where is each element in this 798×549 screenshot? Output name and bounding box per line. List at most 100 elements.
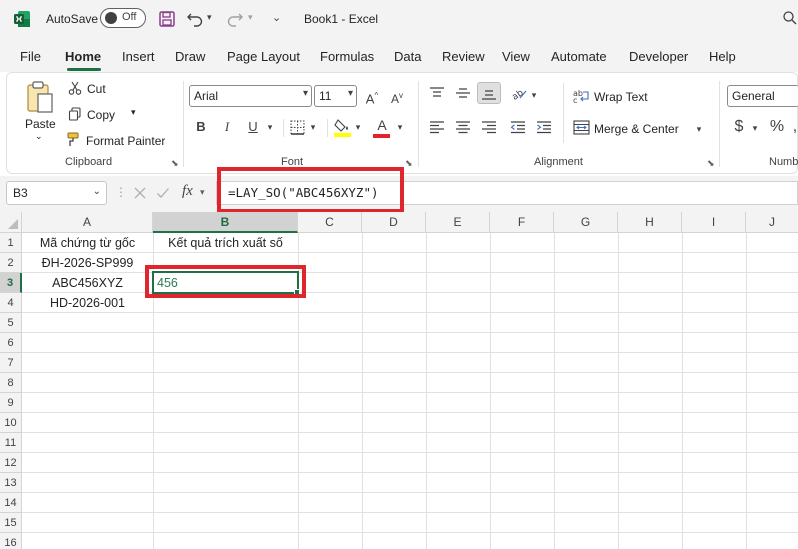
more-options-icon[interactable]: ⋮ [115,185,127,199]
column-header-h[interactable]: H [618,212,682,233]
select-all-corner[interactable] [0,212,22,233]
font-color-dropdown-icon[interactable]: ▾ [395,118,405,136]
font-launcher-icon[interactable]: ⬊ [405,158,413,169]
row-header-4[interactable]: 4 [0,293,22,313]
borders-icon[interactable] [290,120,305,135]
row-header-7[interactable]: 7 [0,353,22,373]
column-header-a[interactable]: A [22,212,153,233]
orientation-icon[interactable]: ab [510,85,528,101]
column-header-c[interactable]: C [298,212,362,233]
borders-dropdown-icon[interactable]: ▾ [308,118,318,136]
tab-review[interactable]: Review [442,49,485,64]
align-bottom-button[interactable] [477,82,501,104]
row-header-10[interactable]: 10 [0,413,22,433]
cut-button[interactable]: Cut [87,82,106,96]
tab-formulas[interactable]: Formulas [320,49,374,64]
undo-dropdown-icon[interactable]: ▾ [207,12,212,23]
tab-data[interactable]: Data [394,49,421,64]
underline-dropdown-icon[interactable]: ▾ [265,118,275,136]
copy-dropdown-icon[interactable]: ▾ [131,107,136,118]
column-header-i[interactable]: I [682,212,746,233]
copy-button[interactable]: Copy [87,108,115,122]
tab-home[interactable]: Home [65,49,101,64]
autosave-toggle[interactable]: Off [100,8,146,28]
cell-a4[interactable]: HD-2026-001 [22,293,153,313]
column-header-g[interactable]: G [554,212,618,233]
column-header-f[interactable]: F [490,212,554,233]
row-header-8[interactable]: 8 [0,373,22,393]
currency-dropdown-icon[interactable]: ▾ [750,119,760,137]
paste-icon[interactable] [25,80,55,114]
tab-insert[interactable]: Insert [122,49,155,64]
align-middle-icon[interactable] [455,86,471,100]
underline-button[interactable]: U [245,118,261,136]
font-color-icon[interactable]: A [374,117,390,133]
row-header-16[interactable]: 16 [0,533,22,549]
number-format-select[interactable]: General [727,85,798,107]
tab-help[interactable]: Help [709,49,736,64]
font-name-select[interactable]: Arial ▾ [189,85,312,107]
clipboard-launcher-icon[interactable]: ⬊ [171,158,179,169]
cell-a3[interactable]: ABC456XYZ [22,273,153,293]
worksheet-grid[interactable]: A B C D E F G H I J 1 2 3 4 5 6 7 8 9 10… [0,212,798,549]
tab-developer[interactable]: Developer [629,49,688,64]
merge-center-icon[interactable] [573,120,590,135]
row-header-13[interactable]: 13 [0,473,22,493]
merge-center-button[interactable]: Merge & Center [594,122,679,136]
decrease-indent-icon[interactable] [510,120,526,134]
currency-button[interactable]: $ [732,118,746,136]
paste-button[interactable]: Paste [25,117,56,131]
percent-button[interactable]: % [769,118,785,136]
tab-file[interactable]: File [20,49,41,64]
align-right-icon[interactable] [481,120,497,134]
redo-dropdown-icon[interactable]: ▾ [248,12,253,23]
column-header-b[interactable]: B [153,212,298,233]
tab-automate[interactable]: Automate [551,49,607,64]
row-header-9[interactable]: 9 [0,393,22,413]
cut-icon[interactable] [68,81,82,95]
wrap-text-icon[interactable]: ab c [573,88,590,104]
row-header-1[interactable]: 1 [0,233,22,253]
row-header-6[interactable]: 6 [0,333,22,353]
insert-function-dropdown-icon[interactable]: ▾ [200,187,205,198]
align-left-icon[interactable] [429,120,445,134]
customize-toolbar-icon[interactable]: ⌄ [272,11,281,24]
paste-dropdown-icon[interactable]: ⌄ [35,131,43,142]
cell-a1[interactable]: Mã chứng từ gốc [22,233,153,253]
column-header-d[interactable]: D [362,212,426,233]
copy-icon[interactable] [68,107,82,121]
align-center-icon[interactable] [455,120,471,134]
orientation-dropdown-icon[interactable]: ▾ [529,86,539,104]
row-header-5[interactable]: 5 [0,313,22,333]
row-header-12[interactable]: 12 [0,453,22,473]
tab-view[interactable]: View [502,49,530,64]
column-header-j[interactable]: J [746,212,798,233]
increase-font-size-icon[interactable]: A^ [363,87,381,108]
increase-indent-icon[interactable] [536,120,552,134]
column-header-e[interactable]: E [426,212,490,233]
cell-a2[interactable]: ĐH-2026-SP999 [22,253,153,273]
row-header-3[interactable]: 3 [0,273,22,293]
decrease-font-size-icon[interactable]: Av [388,87,406,108]
format-painter-button[interactable]: Format Painter [86,134,165,148]
cancel-icon[interactable] [133,186,147,200]
row-header-14[interactable]: 14 [0,493,22,513]
name-box-dropdown-icon[interactable]: ⌄ [93,186,101,197]
undo-icon[interactable] [186,10,204,28]
search-icon[interactable] [782,10,798,26]
row-header-11[interactable]: 11 [0,433,22,453]
tab-draw[interactable]: Draw [175,49,205,64]
redo-icon[interactable] [226,10,244,28]
name-box[interactable]: B3 ⌄ [6,181,107,205]
fill-color-icon[interactable] [334,118,351,137]
row-header-2[interactable]: 2 [0,253,22,273]
font-size-select[interactable]: 11 ▾ [314,85,357,107]
italic-button[interactable]: I [219,118,235,136]
save-icon[interactable] [158,10,176,28]
format-painter-icon[interactable] [67,132,82,147]
alignment-launcher-icon[interactable]: ⬊ [707,158,715,169]
align-top-icon[interactable] [429,86,445,100]
cell-b1[interactable]: Kết quả trích xuất số [153,233,298,253]
insert-function-button[interactable]: fx [182,183,193,200]
bold-button[interactable]: B [193,118,209,136]
